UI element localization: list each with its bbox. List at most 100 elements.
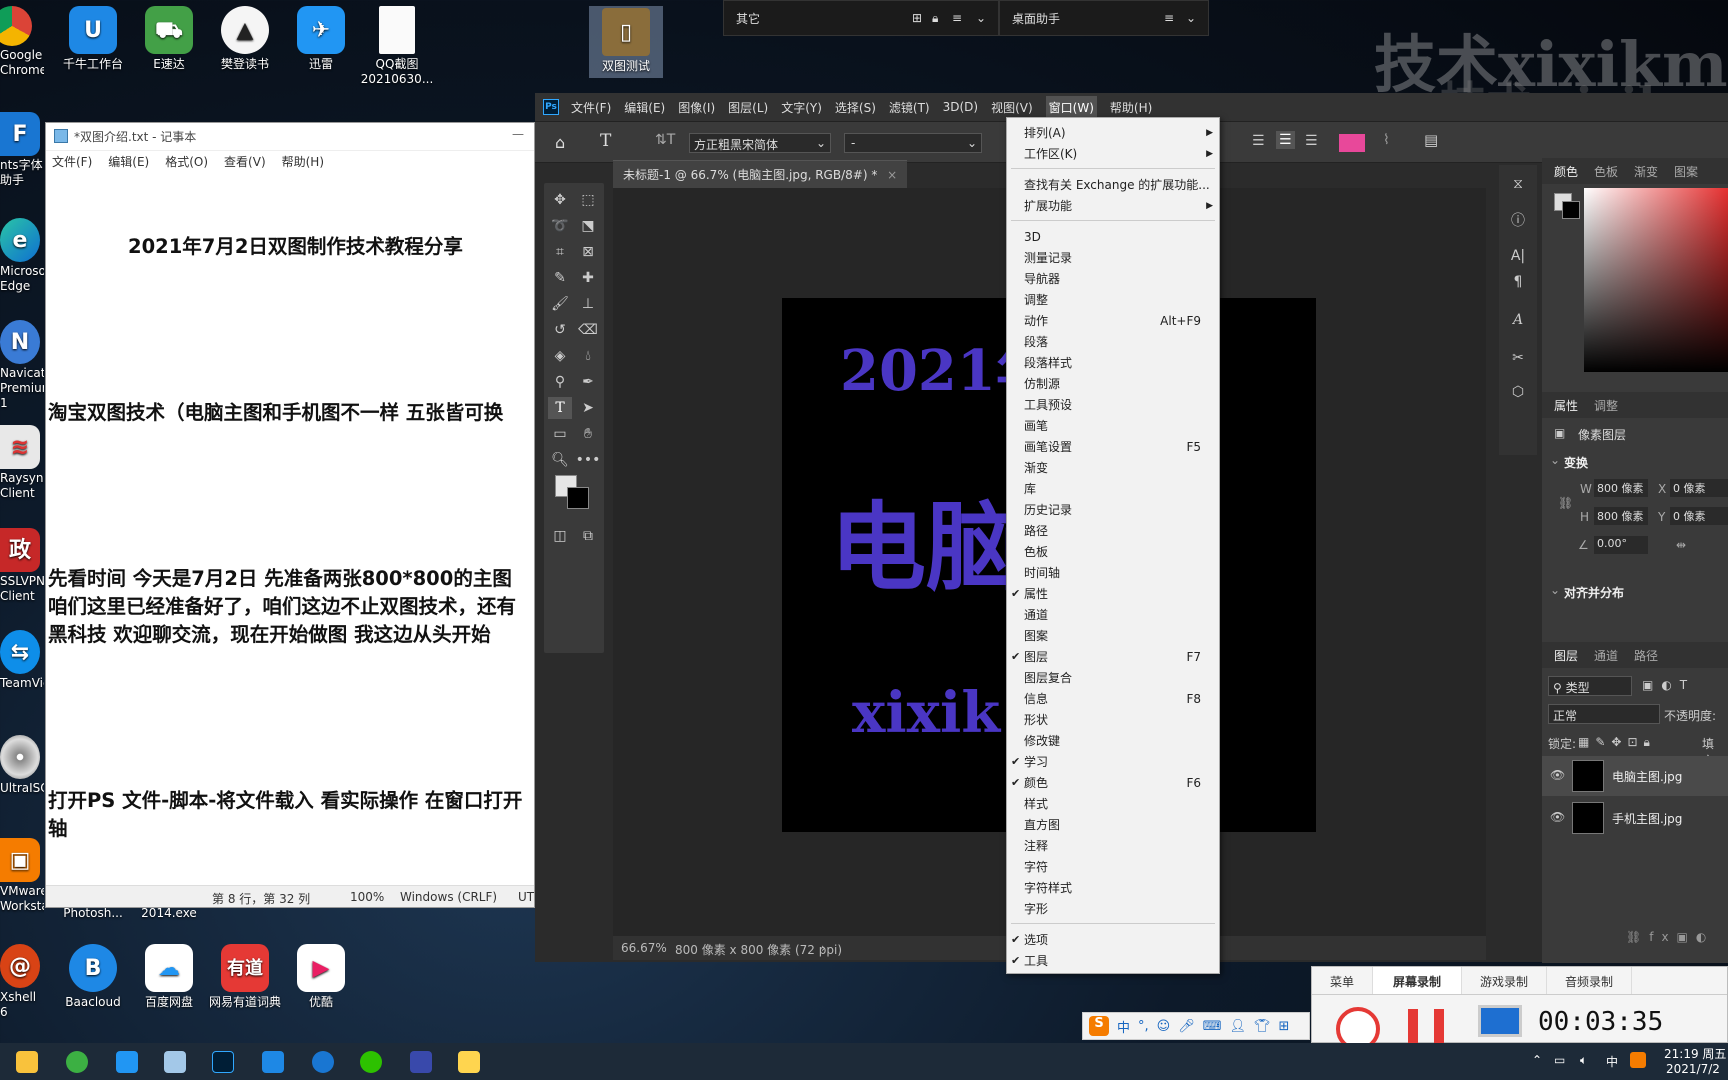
notepad-titlebar[interactable]: *双图介绍.txt - 记事本 — — [46, 123, 534, 151]
info-panel-icon[interactable]: ⓘ — [1506, 209, 1530, 231]
desktop-icon-esuda[interactable]: ⛟ E速达 — [132, 6, 206, 72]
close-icon[interactable]: × — [887, 168, 897, 182]
toolbar-desktop-helper[interactable]: 桌面助手 ≡ ⌄ — [999, 0, 1209, 36]
character-panel-icon[interactable]: A| — [1506, 245, 1530, 267]
ps-menu-layer[interactable]: 图层(L) — [728, 99, 768, 116]
filter-icons[interactable]: ▣◐T — [1642, 678, 1695, 692]
desktop-icon-sslvpn[interactable]: 政 SSLVPN Client — [0, 528, 44, 604]
emoji-icon[interactable]: ☺ — [1157, 1019, 1171, 1034]
character-panel-icon[interactable]: ▤ — [1424, 131, 1438, 149]
keyboard-icon[interactable]: ⌨ — [1203, 1019, 1222, 1034]
user-icon[interactable]: 👤︎ — [1230, 1019, 1247, 1034]
window-menu-item[interactable]: 库 — [1007, 478, 1219, 499]
notepad-icon[interactable] — [164, 1051, 186, 1073]
xunlei-icon[interactable] — [116, 1051, 138, 1073]
tab-paths[interactable]: 路径 — [1634, 647, 1658, 664]
desktop-icon-youku[interactable]: ▶ 优酷 — [284, 944, 358, 1010]
desktop-icon-baidupan[interactable]: ☁ 百度网盘 — [132, 944, 206, 1010]
object-select-icon[interactable]: ⬔ — [576, 215, 600, 237]
blur-icon[interactable]: 💧︎ — [576, 345, 600, 367]
color-bg-swatch[interactable] — [1562, 201, 1580, 219]
notepad-menu-help[interactable]: 帮助(H) — [282, 153, 324, 170]
window-menu-item[interactable]: 直方图 — [1007, 814, 1219, 835]
align-left-icon[interactable]: ☰ — [1252, 133, 1265, 149]
angle-field[interactable]: 0.00° — [1594, 536, 1648, 554]
volume-icon[interactable]: 🔈︎ — [1580, 1053, 1587, 1068]
photoshop-icon[interactable] — [212, 1051, 234, 1073]
window-menu-item[interactable]: 仿制源 — [1007, 373, 1219, 394]
network-icon[interactable]: ▭ — [1554, 1053, 1565, 1067]
pause-button[interactable] — [1408, 1009, 1444, 1043]
minimize-icon[interactable]: — — [512, 127, 524, 141]
ps-menu-image[interactable]: 图像(I) — [678, 99, 715, 116]
font-family-select[interactable]: 方正粗黑宋简体 ⌄ — [689, 133, 831, 153]
screenshot-tool-icon[interactable] — [458, 1051, 480, 1073]
ime-lang[interactable]: 中 — [1117, 1017, 1130, 1036]
ps-menu-3d[interactable]: 3D(D) — [943, 100, 978, 114]
notepad-menu-file[interactable]: 文件(F) — [52, 153, 92, 170]
desktop-icon-vmware[interactable]: ▣VMware Workstati... — [0, 838, 44, 914]
chevron-down-icon[interactable]: ⌄ — [1550, 583, 1560, 597]
menu-icon[interactable]: ≡ — [952, 11, 962, 25]
window-menu-item[interactable]: 路径 — [1007, 520, 1219, 541]
frame-tool-icon[interactable]: ⊠ — [576, 241, 600, 263]
paragraph-panel-icon[interactable]: ¶ — [1506, 271, 1530, 293]
desktop-icon-fandeng[interactable]: ▲ 樊登读书 — [208, 6, 282, 72]
tab-properties[interactable]: 属性 — [1554, 397, 1578, 414]
width-field[interactable]: 800 像素 — [1594, 479, 1648, 497]
window-menu-item[interactable]: 工具预设 — [1007, 394, 1219, 415]
window-menu-item[interactable]: 修改键 — [1007, 730, 1219, 751]
type-tool-icon[interactable]: T — [600, 131, 611, 151]
layer-footer-icons[interactable]: ⛓fx▣◐ — [1626, 930, 1714, 944]
ps-menu-select[interactable]: 选择(S) — [835, 99, 876, 116]
sogou-tray-icon[interactable] — [1630, 1052, 1646, 1068]
window-menu-item[interactable]: 画笔设置 F5 — [1007, 436, 1219, 457]
notepad-text-area[interactable]: 2021年7月2日双图制作技术教程分享 淘宝双图技术（电脑主图和手机图不一样 五… — [46, 171, 534, 881]
tab-gradient[interactable]: 渐变 — [1634, 163, 1658, 180]
layer-row[interactable]: 👁︎ 电脑主图.jpg — [1542, 756, 1728, 796]
ps-menu-window[interactable]: 窗口(W) — [1045, 95, 1097, 119]
window-menu-item[interactable]: 导航器 — [1007, 268, 1219, 289]
grid-icon[interactable]: ⊞ — [912, 11, 922, 25]
window-menu-item[interactable]: 测量记录 — [1007, 247, 1219, 268]
notepad-menu-view[interactable]: 查看(V) — [224, 153, 266, 170]
microphone-icon[interactable]: 🎤︎ — [1178, 1019, 1195, 1034]
clock-date[interactable]: 2021/7/2 — [1666, 1062, 1720, 1076]
window-menu-item[interactable]: 3D — [1007, 226, 1219, 247]
layer-kind-filter[interactable]: ⚲ 类型 — [1548, 676, 1632, 696]
screen-mode-icon[interactable]: ⧉ — [576, 525, 600, 547]
chevron-down-icon[interactable]: ⌄ — [1186, 11, 1196, 25]
desktop-icon-xshell[interactable]: @ Xshell 6 — [0, 944, 44, 1020]
qianniu-icon[interactable] — [262, 1051, 284, 1073]
glyphs-panel-icon[interactable]: A — [1506, 309, 1530, 331]
desktop-icon-qianniu[interactable]: U 千牛工作台 — [56, 6, 130, 72]
notepad-menu-format[interactable]: 格式(O) — [165, 153, 208, 170]
ps-menu-filter[interactable]: 滤镜(T) — [889, 99, 930, 116]
more-tools-icon[interactable]: ••• — [576, 449, 601, 471]
3d-panel-icon[interactable]: ⬡ — [1506, 381, 1530, 403]
align-right-icon[interactable]: ☰ — [1305, 133, 1318, 149]
clock-time[interactable]: 21:19 周五 — [1664, 1045, 1726, 1062]
ps-menu-edit[interactable]: 编辑(E) — [624, 99, 665, 116]
font-style-select[interactable]: - ⌄ — [844, 133, 982, 153]
apps-icon[interactable]: ⊞ — [1279, 1019, 1290, 1034]
rectangle-icon[interactable]: ▭ — [548, 423, 572, 445]
lock-icons[interactable]: ▦✎✥⊡🔒︎ — [1578, 735, 1656, 750]
window-menu-item[interactable]: 段落 — [1007, 331, 1219, 352]
window-menu-item[interactable]: 历史记录 — [1007, 499, 1219, 520]
quick-mask-icon[interactable]: ◫ — [548, 525, 572, 547]
window-menu-item[interactable]: 通道 — [1007, 604, 1219, 625]
desktop-icon-navicat[interactable]: NNavicat Premium 1 — [0, 320, 44, 411]
desktop-icon-youdao[interactable]: 有道 网易有道词典 — [208, 944, 282, 1010]
pen-icon[interactable]: ✒ — [576, 371, 600, 393]
window-menu-item[interactable]: ✔ 图层 F7 — [1007, 646, 1219, 667]
recorder-tab-screen[interactable]: 屏幕录制 — [1373, 967, 1463, 994]
window-menu-item[interactable]: 样式 — [1007, 793, 1219, 814]
y-field[interactable]: 0 像素 — [1670, 507, 1728, 525]
punctuation-icon[interactable]: °, — [1138, 1019, 1149, 1034]
window-menu-item[interactable]: 工作区(K) ▶ — [1007, 143, 1219, 164]
stamp-icon[interactable]: ⊥ — [576, 293, 600, 315]
navigator-icon[interactable] — [410, 1051, 432, 1073]
marquee-tool-icon[interactable]: ⬚ — [576, 189, 600, 211]
hand-icon[interactable]: ✋︎ — [576, 423, 600, 445]
